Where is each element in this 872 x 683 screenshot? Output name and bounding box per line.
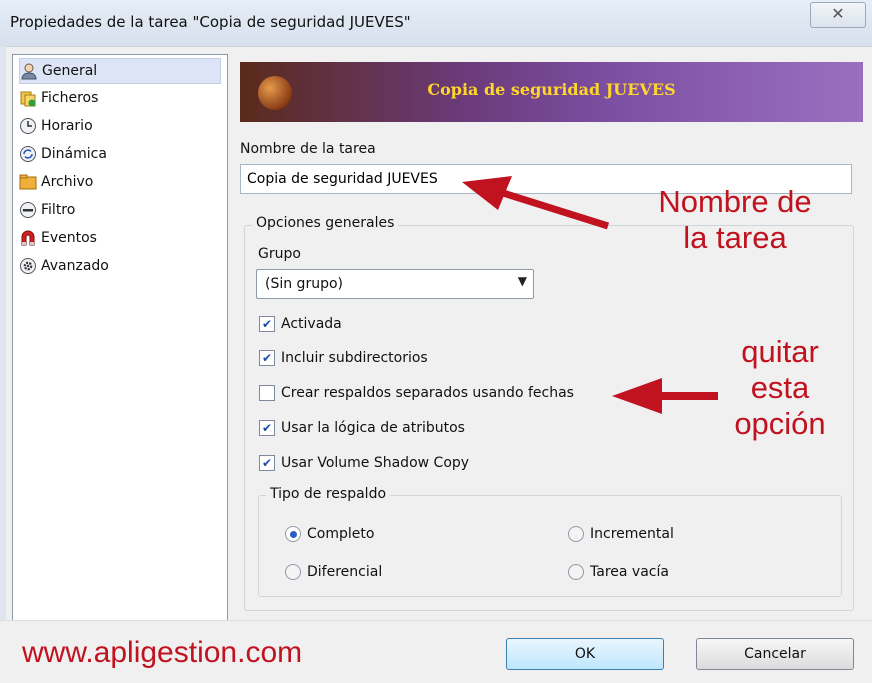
filter-icon	[19, 201, 37, 219]
sidebar: General Ficheros Horario Dinámica Archiv…	[12, 54, 228, 622]
radio-button[interactable]	[568, 564, 584, 580]
sidebar-item-eventos[interactable]: Eventos	[19, 226, 219, 250]
annotation-line: quitar	[741, 334, 819, 369]
sidebar-item-ficheros[interactable]: Ficheros	[19, 86, 219, 110]
clock-icon	[19, 117, 37, 135]
magnet-icon	[19, 229, 37, 247]
sidebar-item-label: Dinámica	[41, 146, 107, 162]
checkbox-incluir-subdirectorios[interactable]: ✔ Incluir subdirectorios	[259, 350, 428, 366]
radio-label: Tarea vacía	[590, 564, 669, 580]
group-select[interactable]: (Sin grupo) ▼	[256, 269, 534, 299]
chevron-down-icon: ▼	[517, 274, 527, 288]
sidebar-item-label: Avanzado	[41, 258, 109, 274]
sidebar-item-dinamica[interactable]: Dinámica	[19, 142, 219, 166]
checkbox-box[interactable]	[259, 385, 275, 401]
annotation-line: esta	[750, 370, 810, 405]
checkbox-label: Incluir subdirectorios	[281, 350, 428, 366]
sidebar-item-label: Filtro	[41, 202, 76, 218]
radio-button[interactable]	[285, 564, 301, 580]
group-label: Grupo	[258, 246, 301, 262]
radio-tarea-vacia[interactable]: Tarea vacía	[568, 564, 669, 580]
sidebar-item-label: General	[42, 63, 98, 79]
annotation-line: opción	[734, 406, 826, 441]
sidebar-item-filtro[interactable]: Filtro	[19, 198, 219, 222]
backup-type-group	[258, 495, 842, 597]
annotation-remove-option: quitar esta opción	[700, 334, 860, 442]
radio-button[interactable]	[285, 526, 301, 542]
sidebar-item-archivo[interactable]: Archivo	[19, 170, 219, 194]
checkbox-label: Usar la lógica de atributos	[281, 420, 465, 436]
checkbox-box[interactable]: ✔	[259, 455, 275, 471]
checkbox-logica-atributos[interactable]: ✔ Usar la lógica de atributos	[259, 420, 465, 436]
ok-button[interactable]: OK	[506, 638, 664, 670]
sidebar-item-avanzado[interactable]: Avanzado	[19, 254, 219, 278]
radio-diferencial[interactable]: Diferencial	[285, 564, 382, 580]
checkbox-activada[interactable]: ✔ Activada	[259, 316, 342, 332]
user-icon	[20, 62, 38, 80]
checkbox-label: Activada	[281, 316, 342, 332]
radio-incremental[interactable]: Incremental	[568, 526, 674, 542]
checkbox-volume-shadow-copy[interactable]: ✔ Usar Volume Shadow Copy	[259, 455, 469, 471]
task-name-label: Nombre de la tarea	[240, 141, 376, 157]
annotation-task-name: Nombre de la tarea	[620, 184, 850, 256]
group-select-value: (Sin grupo)	[265, 276, 343, 292]
sidebar-item-label: Eventos	[41, 230, 97, 246]
gear-icon	[19, 257, 37, 275]
radio-button[interactable]	[568, 526, 584, 542]
archive-icon	[19, 173, 37, 191]
checkbox-label: Usar Volume Shadow Copy	[281, 455, 470, 471]
sidebar-item-horario[interactable]: Horario	[19, 114, 219, 138]
radio-label: Completo	[307, 526, 375, 542]
website-watermark: www.apligestion.com	[22, 636, 303, 669]
annotation-line: la tarea	[683, 220, 787, 255]
sidebar-item-label: Horario	[41, 118, 93, 134]
checkbox-crear-respaldos-separados[interactable]: Crear respaldos separados usando fechas	[259, 385, 574, 401]
checkbox-box[interactable]: ✔	[259, 420, 275, 436]
banner-title: Copia de seguridad JUEVES	[427, 80, 676, 99]
close-button[interactable]: ✕	[810, 2, 866, 28]
radio-label: Incremental	[590, 526, 674, 542]
window-title: Propiedades de la tarea "Copia de seguri…	[10, 13, 411, 31]
sidebar-item-general[interactable]: General	[19, 58, 221, 84]
close-icon: ✕	[831, 4, 845, 23]
refresh-icon	[19, 145, 37, 163]
checkbox-box[interactable]: ✔	[259, 350, 275, 366]
checkbox-box[interactable]: ✔	[259, 316, 275, 332]
backup-type-legend: Tipo de respaldo	[266, 486, 391, 502]
radio-label: Diferencial	[307, 564, 383, 580]
files-icon	[19, 89, 37, 107]
general-options-legend: Opciones generales	[252, 215, 399, 231]
checkbox-label: Crear respaldos separados usando fechas	[281, 385, 574, 401]
task-banner: Copia de seguridad JUEVES	[240, 62, 863, 122]
annotation-line: Nombre de	[658, 184, 812, 219]
radio-completo[interactable]: Completo	[285, 526, 374, 542]
sidebar-item-label: Archivo	[41, 174, 94, 190]
cancel-button[interactable]: Cancelar	[696, 638, 854, 670]
sidebar-item-label: Ficheros	[41, 90, 99, 106]
title-bar: Propiedades de la tarea "Copia de seguri…	[0, 0, 872, 46]
